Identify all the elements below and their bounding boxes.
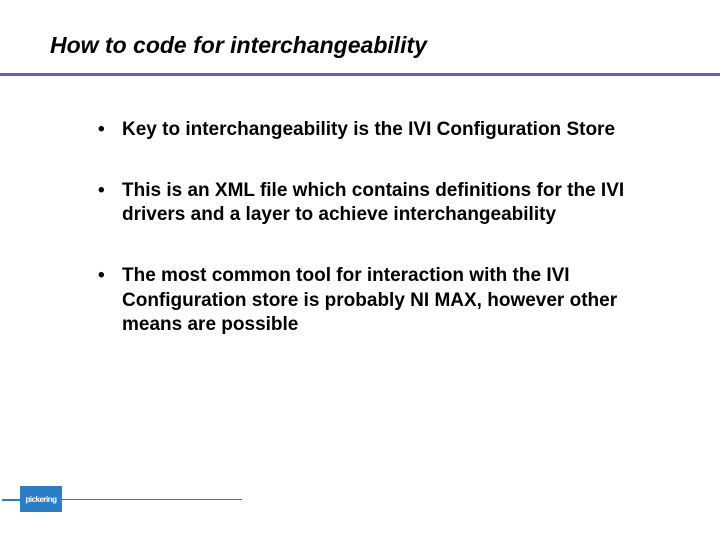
slide-title: How to code for interchangeability (0, 0, 720, 69)
bullet-item: • This is an XML file which contains def… (98, 179, 640, 228)
bullet-item: • The most common tool for interaction w… (98, 264, 640, 338)
logo-line-right (62, 499, 242, 500)
bullet-text: The most common tool for interaction wit… (122, 264, 640, 338)
logo-text: pickering (25, 495, 56, 504)
bullet-item: • Key to interchangeability is the IVI C… (98, 118, 640, 143)
bullet-marker: • (98, 118, 122, 143)
bullet-marker: • (98, 264, 122, 338)
logo-line-left (2, 499, 20, 501)
footer-logo: pickering (20, 486, 62, 512)
logo-box: pickering (20, 486, 62, 512)
bullet-text: Key to interchangeability is the IVI Con… (122, 118, 640, 143)
bullet-marker: • (98, 179, 122, 228)
slide-content: • Key to interchangeability is the IVI C… (0, 76, 720, 338)
bullet-text: This is an XML file which contains defin… (122, 179, 640, 228)
